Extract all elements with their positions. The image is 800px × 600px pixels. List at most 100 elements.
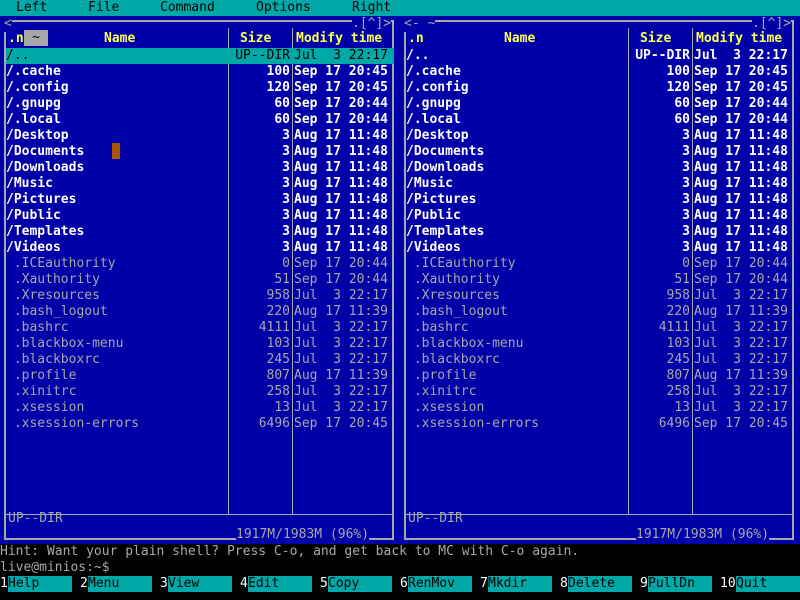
fkey-mkdir[interactable]: 7 Mkdir: [480, 576, 560, 592]
right-file-row[interactable]: /Templates 3 Aug 17 11:48: [406, 224, 794, 240]
fkey-menu[interactable]: 2 Menu: [80, 576, 160, 592]
left-file-row[interactable]: /.. UP--DIR Jul 3 22:17: [6, 48, 394, 64]
left-file-row[interactable]: .profile 807 Aug 17 11:39: [6, 368, 394, 384]
left-file-name: .profile: [6, 368, 77, 383]
fkey-delete[interactable]: 8 Delete: [560, 576, 640, 592]
menu-file[interactable]: File: [88, 0, 119, 16]
right-file-row[interactable]: /.. UP--DIR Jul 3 22:17: [406, 48, 794, 64]
right-file-row[interactable]: /Public 3 Aug 17 11:48: [406, 208, 794, 224]
right-file-row[interactable]: /.local 60 Sep 17 20:44: [406, 112, 794, 128]
right-header-name[interactable]: Name: [504, 31, 535, 47]
right-panel[interactable]: <- ~ .[^]> .n Name Size Modify time /.. U…: [400, 16, 800, 544]
right-file-time: Sep 17 20:45: [694, 416, 788, 431]
right-file-row[interactable]: /.cache 100 Sep 17 20:45: [406, 64, 794, 80]
fkey-help[interactable]: 1 Help: [0, 576, 80, 592]
right-file-row[interactable]: .xsession-errors 6496 Sep 17 20:45: [406, 416, 794, 432]
right-panel-path[interactable]: <- ~: [404, 16, 436, 32]
right-file-time: Aug 17 11:48: [694, 240, 788, 255]
right-header-size[interactable]: Size: [640, 31, 671, 47]
right-panel-corner-right[interactable]: .[^]>: [752, 16, 792, 32]
left-file-row[interactable]: .Xresources 958 Jul 3 22:17: [6, 288, 394, 304]
left-file-size: 120: [266, 80, 290, 95]
left-file-row[interactable]: /Music 3 Aug 17 11:48: [6, 176, 394, 192]
fkey-pulldn[interactable]: 9 PullDn: [640, 576, 720, 592]
left-file-size: 220: [266, 304, 290, 319]
right-file-row[interactable]: .blackboxrc 245 Jul 3 22:17: [406, 352, 794, 368]
left-file-name: /Music: [6, 176, 53, 191]
fkey-renmov[interactable]: 6 RenMov: [400, 576, 480, 592]
right-file-row[interactable]: .ICEauthority 0 Sep 17 20:44: [406, 256, 794, 272]
fkey-view[interactable]: 3 View: [160, 576, 240, 592]
right-file-size: 3: [682, 144, 690, 159]
right-file-row[interactable]: .bash_logout 220 Aug 17 11:39: [406, 304, 794, 320]
right-file-size: 3: [682, 160, 690, 175]
menu-options[interactable]: Options: [256, 0, 311, 16]
right-file-row[interactable]: .bashrc 4111 Jul 3 22:17: [406, 320, 794, 336]
right-file-row[interactable]: /.config 120 Sep 17 20:45: [406, 80, 794, 96]
left-header-n[interactable]: .n: [8, 31, 24, 47]
fkey-edit[interactable]: 4 Edit: [240, 576, 320, 592]
left-file-row[interactable]: /.local 60 Sep 17 20:44: [6, 112, 394, 128]
left-file-row[interactable]: /Pictures 3 Aug 17 11:48: [6, 192, 394, 208]
right-file-name: /Downloads: [406, 160, 485, 175]
fkey-label: RenMov: [408, 576, 472, 592]
right-file-row[interactable]: .xinitrc 258 Jul 3 22:17: [406, 384, 794, 400]
fkey-label: View: [168, 576, 232, 592]
left-file-row[interactable]: .xsession-errors 6496 Sep 17 20:45: [6, 416, 394, 432]
right-header-n[interactable]: .n: [408, 31, 424, 47]
right-file-row[interactable]: /Documents 3 Aug 17 11:48: [406, 144, 794, 160]
left-header-name[interactable]: Name: [104, 31, 135, 47]
right-file-row[interactable]: .xsession 13 Jul 3 22:17: [406, 400, 794, 416]
left-file-row[interactable]: .xinitrc 258 Jul 3 22:17: [6, 384, 394, 400]
left-panel-path[interactable]: ~: [24, 30, 48, 46]
left-file-row[interactable]: .xsession 13 Jul 3 22:17: [6, 400, 394, 416]
left-file-row[interactable]: /.gnupg 60 Sep 17 20:44: [6, 96, 394, 112]
left-file-row[interactable]: /.cache 100 Sep 17 20:45: [6, 64, 394, 80]
right-file-row[interactable]: .blackbox-menu 103 Jul 3 22:17: [406, 336, 794, 352]
right-file-row[interactable]: /Desktop 3 Aug 17 11:48: [406, 128, 794, 144]
right-header-time[interactable]: Modify time: [696, 31, 782, 47]
left-file-row[interactable]: /Templates 3 Aug 17 11:48: [6, 224, 394, 240]
right-file-size: 13: [674, 400, 690, 415]
left-file-size: 103: [266, 336, 290, 351]
left-header-time[interactable]: Modify time: [296, 31, 382, 47]
left-file-name: .bash_logout: [6, 304, 108, 319]
left-file-row[interactable]: .bashrc 4111 Jul 3 22:17: [6, 320, 394, 336]
right-file-row[interactable]: /Downloads 3 Aug 17 11:48: [406, 160, 794, 176]
left-file-size: 958: [266, 288, 290, 303]
menu-command[interactable]: Command: [160, 0, 215, 16]
left-header-size[interactable]: Size: [240, 31, 271, 47]
right-file-time: Jul 3 22:17: [694, 352, 788, 367]
left-panel-corner-right[interactable]: .[^]>: [352, 16, 392, 32]
right-file-row[interactable]: /Videos 3 Aug 17 11:48: [406, 240, 794, 256]
right-file-row[interactable]: .Xauthority 51 Sep 17 20:44: [406, 272, 794, 288]
left-file-row[interactable]: .bash_logout 220 Aug 17 11:39: [6, 304, 394, 320]
left-file-row[interactable]: /.config 120 Sep 17 20:45: [6, 80, 394, 96]
left-file-row[interactable]: .Xauthority 51 Sep 17 20:44: [6, 272, 394, 288]
left-file-row[interactable]: .ICEauthority 0 Sep 17 20:44: [6, 256, 394, 272]
right-file-row[interactable]: /.gnupg 60 Sep 17 20:44: [406, 96, 794, 112]
left-file-size: 3: [282, 144, 290, 159]
fkey-copy[interactable]: 5 Copy: [320, 576, 400, 592]
left-file-row[interactable]: .blackboxrc 245 Jul 3 22:17: [6, 352, 394, 368]
left-file-row[interactable]: /Desktop 3 Aug 17 11:48: [6, 128, 394, 144]
right-file-row[interactable]: .profile 807 Aug 17 11:39: [406, 368, 794, 384]
right-file-size: 3: [682, 192, 690, 207]
right-file-row[interactable]: /Music 3 Aug 17 11:48: [406, 176, 794, 192]
left-file-row[interactable]: .blackbox-menu 103 Jul 3 22:17: [6, 336, 394, 352]
right-file-row[interactable]: .Xresources 958 Jul 3 22:17: [406, 288, 794, 304]
left-file-size: 3: [282, 240, 290, 255]
right-file-time: Jul 3 22:17: [694, 288, 788, 303]
fkey-quit[interactable]: 10 Quit: [720, 576, 800, 592]
left-file-row[interactable]: /Downloads 3 Aug 17 11:48: [6, 160, 394, 176]
menu-left[interactable]: Left: [16, 0, 47, 16]
left-file-row[interactable]: /Documents 3 Aug 17 11:48: [6, 144, 394, 160]
menu-right[interactable]: Right: [352, 0, 391, 16]
left-file-row[interactable]: /Videos 3 Aug 17 11:48: [6, 240, 394, 256]
shell-prompt[interactable]: live@minios:~$: [0, 560, 110, 576]
left-file-row[interactable]: /Public 3 Aug 17 11:48: [6, 208, 394, 224]
left-panel[interactable]: < ~ .[^]> .n Name Size Modify time /.. UP…: [0, 16, 400, 544]
right-file-time: Jul 3 22:17: [694, 336, 788, 351]
fkey-number: 6: [400, 576, 408, 592]
right-file-row[interactable]: /Pictures 3 Aug 17 11:48: [406, 192, 794, 208]
